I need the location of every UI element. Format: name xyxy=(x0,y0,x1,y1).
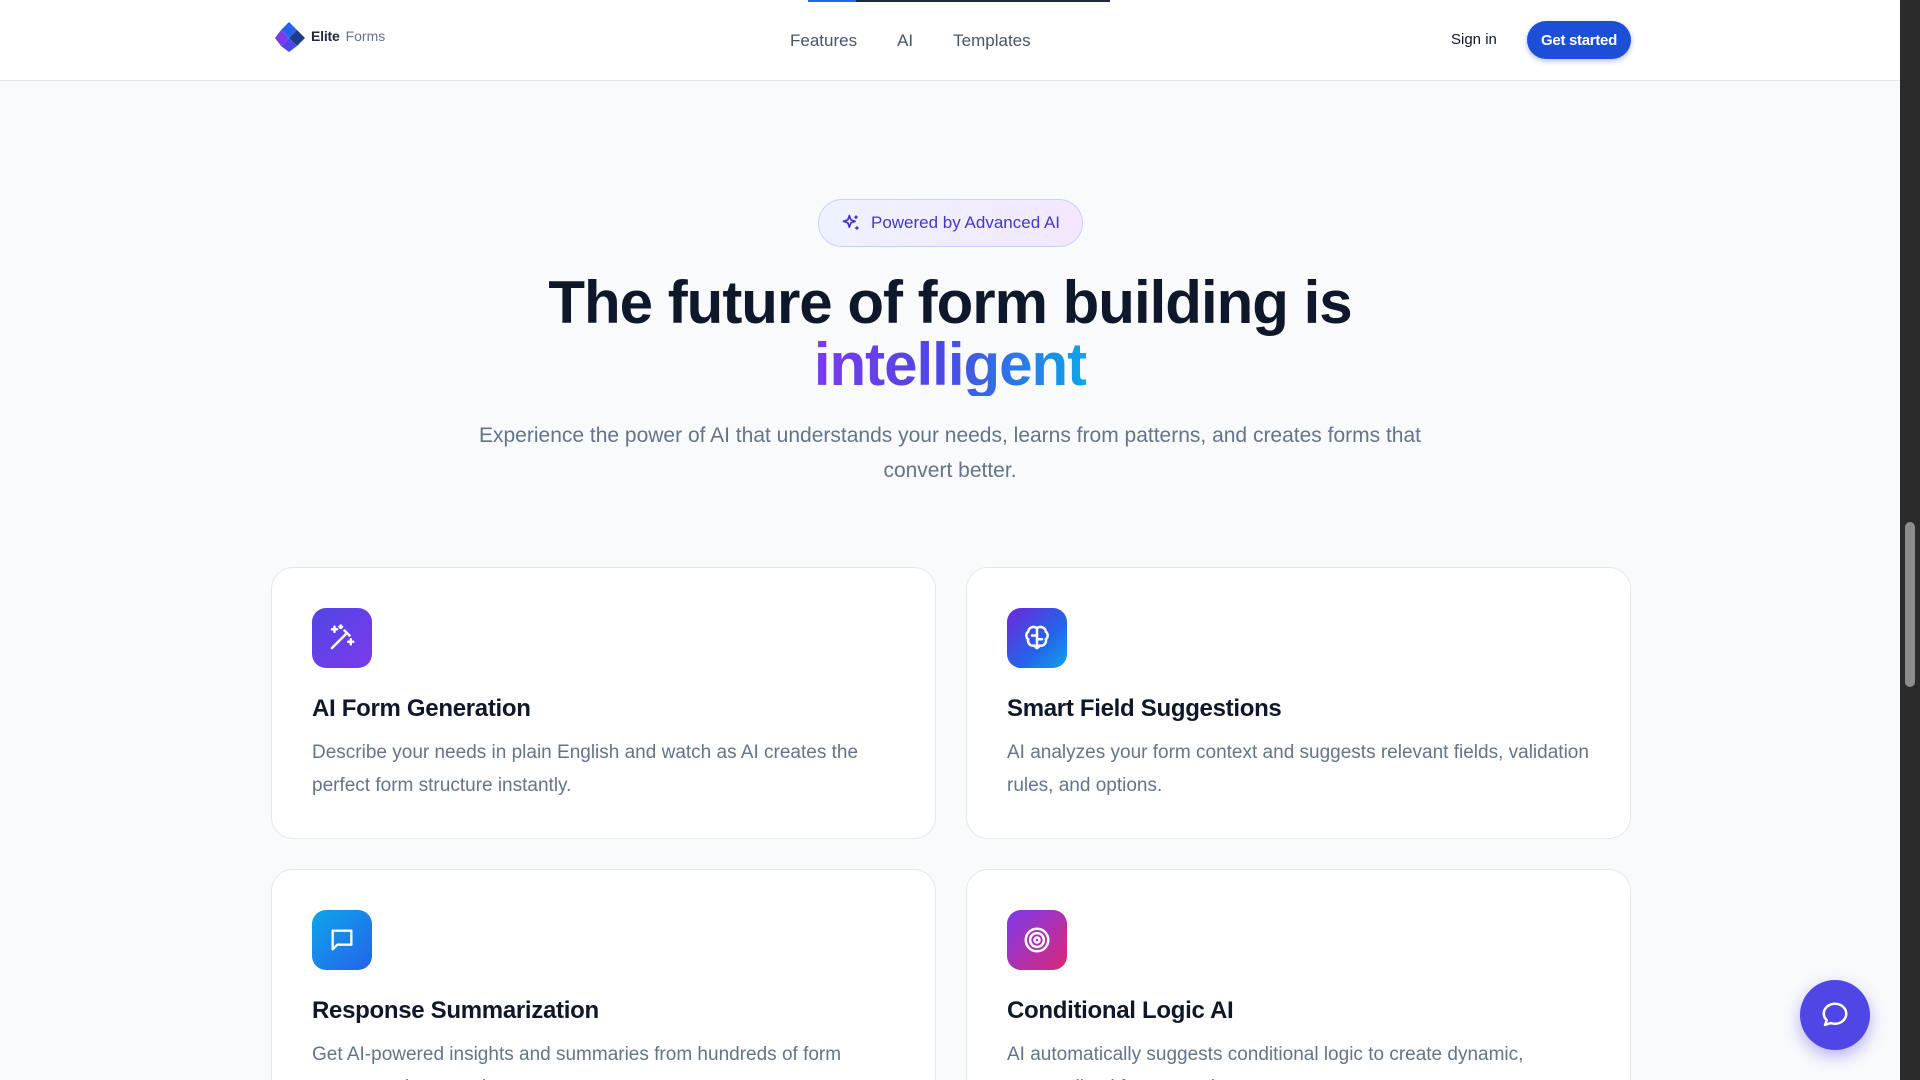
feature-card: Conditional Logic AI AI automatically su… xyxy=(966,869,1631,1080)
feature-card: Smart Field Suggestions AI analyzes your… xyxy=(966,567,1631,839)
feature-icon-tile xyxy=(1007,608,1067,668)
feature-title: Smart Field Suggestions xyxy=(1007,695,1282,722)
get-started-button[interactable]: Get started xyxy=(1527,21,1631,59)
magic-wand-icon xyxy=(330,624,355,650)
nav-link-templates[interactable]: Templates xyxy=(953,31,1030,51)
page: Elite Forms Features AI Templates Sign i… xyxy=(0,0,1900,1080)
feature-description: AI analyzes your form context and sugges… xyxy=(1007,742,1589,796)
feature-card: Response Summarization Get AI-powered in… xyxy=(271,869,936,1080)
brain-icon xyxy=(1025,625,1049,650)
site-header: Elite Forms Features AI Templates Sign i… xyxy=(0,0,1900,81)
feature-title: Response Summarization xyxy=(312,997,599,1024)
ai-badge: Powered by Advanced AI xyxy=(818,199,1083,247)
hero-title-line1: The future of form building is xyxy=(548,269,1352,336)
nav-link-ai[interactable]: AI xyxy=(897,31,913,51)
hero-title: The future of form building is intellige… xyxy=(0,272,1900,396)
scroll-progress-bar xyxy=(808,0,1110,2)
sparkles-icon xyxy=(842,214,859,230)
feature-icon-tile xyxy=(312,608,372,668)
feature-description: Get AI-powered insights and summaries fr… xyxy=(312,1044,842,1080)
ai-badge-text: Powered by Advanced AI xyxy=(870,213,1061,232)
chat-bubble-icon xyxy=(1822,1002,1848,1027)
feature-icon-tile xyxy=(312,910,372,970)
feature-description: Describe your needs in plain English and… xyxy=(312,742,859,796)
logo[interactable]: Elite Forms xyxy=(275,20,385,52)
logo-text-secondary: Forms xyxy=(345,28,386,44)
main-nav: Features AI Templates xyxy=(790,31,1031,51)
scrollbar-thumb[interactable] xyxy=(1905,522,1915,687)
hero-title-highlight: intelligent xyxy=(813,331,1087,398)
chat-button[interactable] xyxy=(1800,980,1870,1050)
target-icon xyxy=(1024,927,1050,953)
page-scrollbar[interactable] xyxy=(1900,0,1920,1080)
feature-card: AI Form Generation Describe your needs i… xyxy=(271,567,936,839)
logo-mark-icon xyxy=(275,22,305,52)
feature-description: AI automatically suggests conditional lo… xyxy=(1007,1044,1524,1080)
sign-in-link[interactable]: Sign in xyxy=(1451,31,1497,48)
feature-icon-tile xyxy=(1007,910,1067,970)
nav-link-features[interactable]: Features xyxy=(790,31,857,51)
scroll-progress-fill xyxy=(808,0,857,2)
message-square-icon xyxy=(331,929,353,951)
logo-text-primary: Elite xyxy=(311,28,340,44)
hero-subtitle: Experience the power of AI that understa… xyxy=(478,424,1422,482)
feature-title: AI Form Generation xyxy=(312,695,531,722)
feature-title: Conditional Logic AI xyxy=(1007,997,1234,1024)
